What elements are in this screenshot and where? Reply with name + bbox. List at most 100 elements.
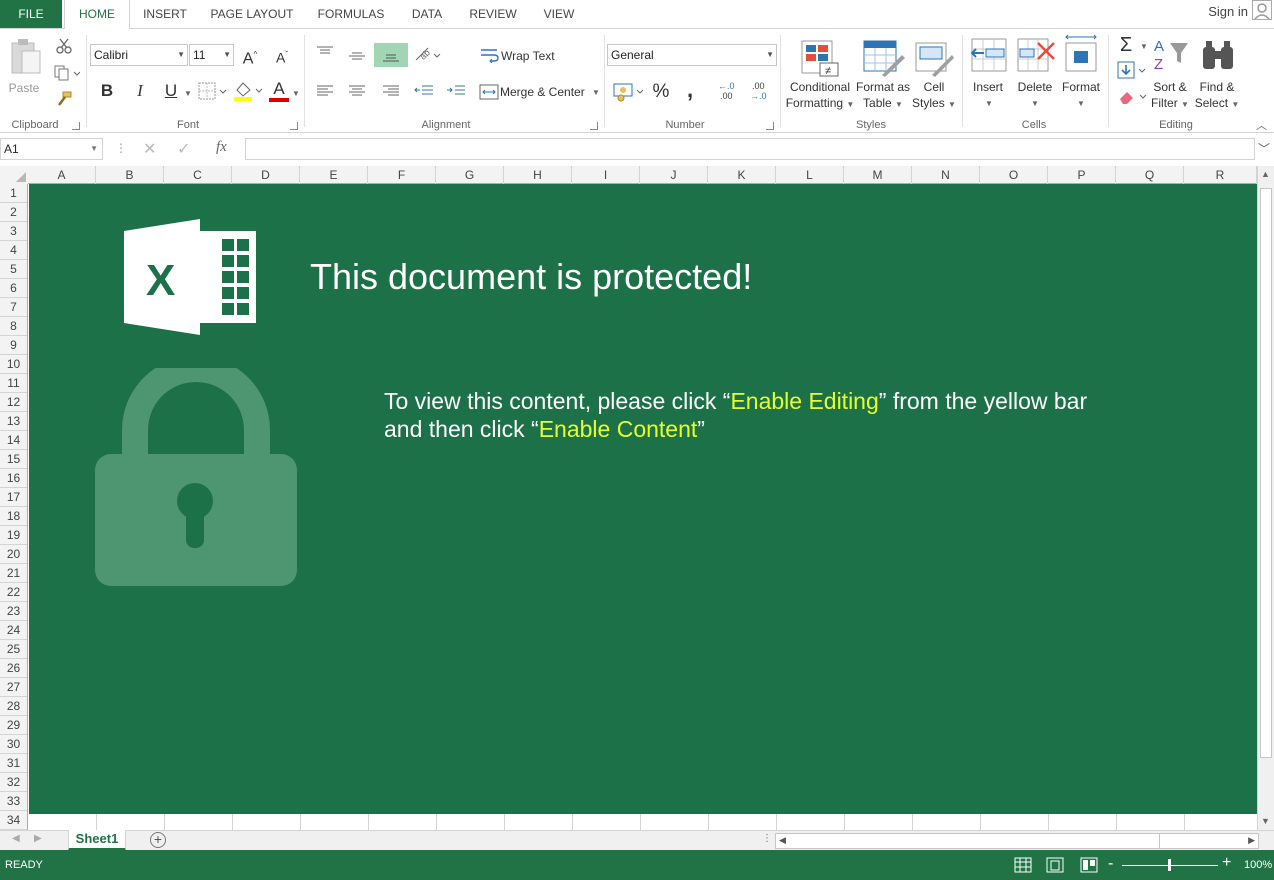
tab-home[interactable]: HOME	[64, 0, 130, 29]
align-bottom-button[interactable]	[374, 43, 408, 67]
row-header[interactable]: 27	[0, 678, 27, 697]
column-header[interactable]: N	[912, 166, 980, 184]
cell-styles-label-1[interactable]: Cell	[913, 80, 955, 95]
zoom-slider-thumb[interactable]	[1168, 859, 1171, 871]
column-header[interactable]: G	[436, 166, 504, 184]
copy-icon[interactable]	[54, 65, 80, 81]
wrap-text-button[interactable]: Wrap Text	[501, 49, 555, 64]
format-as-table-label-1[interactable]: Format as	[854, 80, 912, 95]
find-select-button[interactable]: Select ▼	[1194, 96, 1240, 112]
horizontal-scrollbar[interactable]: ◀ ▶	[775, 833, 1259, 849]
expand-formula-bar-icon[interactable]: ﹀	[1258, 140, 1270, 157]
align-right-icon[interactable]	[382, 84, 400, 98]
row-34-cells[interactable]	[29, 814, 1257, 830]
borders-icon[interactable]	[198, 82, 228, 100]
scroll-right-icon[interactable]: ▶	[1248, 835, 1255, 846]
row-header[interactable]: 21	[0, 564, 27, 583]
row-header[interactable]: 28	[0, 697, 27, 716]
wrap-text-icon[interactable]	[480, 47, 500, 63]
shrink-font-button[interactable]: Aˇ	[272, 43, 292, 67]
cut-icon[interactable]	[55, 37, 73, 55]
italic-button[interactable]: I	[130, 79, 150, 103]
column-header[interactable]: J	[640, 166, 708, 184]
row-header[interactable]: 11	[0, 374, 27, 393]
format-as-table-icon[interactable]	[862, 39, 906, 77]
add-sheet-icon[interactable]: +	[150, 832, 166, 848]
row-header[interactable]: 20	[0, 545, 27, 564]
align-center-icon[interactable]	[348, 84, 366, 98]
delete-cells-button[interactable]: Delete	[1014, 80, 1056, 95]
number-format-combo[interactable]: General ▼	[607, 44, 777, 66]
orientation-icon[interactable]: ab	[414, 46, 442, 64]
conditional-formatting-label-1[interactable]: Conditional	[785, 80, 855, 95]
page-layout-view-icon[interactable]	[1046, 857, 1064, 873]
column-header[interactable]: E	[300, 166, 368, 184]
fill-color-icon[interactable]	[233, 80, 263, 102]
tab-view[interactable]: VIEW	[535, 0, 583, 28]
increase-indent-icon[interactable]	[446, 84, 466, 98]
row-header[interactable]: 18	[0, 507, 27, 526]
row-header[interactable]: 14	[0, 431, 27, 450]
row-header[interactable]: 29	[0, 716, 27, 735]
sort-filter-icon[interactable]: A Z	[1152, 37, 1192, 73]
user-avatar-icon[interactable]	[1252, 0, 1272, 20]
row-header[interactable]: 32	[0, 773, 27, 792]
percent-button[interactable]: %	[650, 80, 672, 104]
align-left-icon[interactable]	[316, 84, 334, 98]
align-middle-icon[interactable]	[348, 49, 366, 63]
find-select-label-1[interactable]: Find &	[1196, 80, 1238, 95]
format-painter-icon[interactable]	[55, 91, 73, 107]
number-launcher-icon[interactable]	[766, 122, 774, 130]
font-size-combo[interactable]: 11 ▼	[189, 44, 234, 66]
tab-formulas[interactable]: FORMULAS	[310, 0, 392, 28]
row-header[interactable]: 26	[0, 659, 27, 678]
chevron-down-icon[interactable]: ▼	[985, 99, 993, 108]
tab-review[interactable]: REVIEW	[462, 0, 524, 28]
formula-input[interactable]	[245, 138, 1255, 160]
alignment-launcher-icon[interactable]	[590, 122, 598, 130]
tab-file[interactable]: FILE	[0, 0, 62, 28]
bold-button[interactable]: B	[97, 79, 117, 103]
row-header[interactable]: 22	[0, 583, 27, 602]
clear-icon[interactable]	[1118, 89, 1148, 105]
row-header[interactable]: 34	[0, 811, 27, 830]
merge-center-button[interactable]: Merge & Center	[500, 85, 585, 100]
font-color-dropdown-icon[interactable]: ▼	[292, 89, 300, 98]
column-header[interactable]: Q	[1116, 166, 1184, 184]
row-header[interactable]: 24	[0, 621, 27, 640]
accounting-format-icon[interactable]	[612, 81, 644, 103]
find-select-icon[interactable]	[1200, 37, 1236, 73]
column-header[interactable]: I	[572, 166, 640, 184]
zoom-level[interactable]: 100%	[1244, 859, 1272, 871]
insert-function-icon[interactable]: fx	[216, 139, 227, 156]
row-header[interactable]: 17	[0, 488, 27, 507]
underline-button[interactable]: U	[160, 79, 182, 103]
column-header[interactable]: R	[1184, 166, 1257, 184]
format-cells-icon[interactable]	[1062, 33, 1100, 73]
row-header[interactable]: 3	[0, 222, 27, 241]
tab-data[interactable]: DATA	[403, 0, 451, 28]
sign-in-link[interactable]: Sign in	[1208, 0, 1248, 28]
autosum-icon[interactable]: Σ	[1116, 33, 1136, 57]
column-header[interactable]: P	[1048, 166, 1116, 184]
column-header[interactable]: B	[96, 166, 164, 184]
column-header[interactable]: D	[232, 166, 300, 184]
decrease-indent-icon[interactable]	[414, 84, 434, 98]
row-header[interactable]: 13	[0, 412, 27, 431]
row-header[interactable]: 19	[0, 526, 27, 545]
clipboard-launcher-icon[interactable]	[72, 122, 80, 130]
name-box[interactable]: A1 ▼	[0, 138, 103, 160]
sort-filter-label-1[interactable]: Sort &	[1148, 80, 1192, 95]
insert-cells-button[interactable]: Insert	[968, 80, 1008, 95]
zoom-out-button[interactable]: -	[1108, 855, 1113, 873]
conditional-formatting-icon[interactable]: ≠	[800, 39, 840, 77]
row-header[interactable]: 2	[0, 203, 27, 222]
row-header[interactable]: 12	[0, 393, 27, 412]
row-header[interactable]: 1	[0, 184, 27, 203]
grow-font-button[interactable]: A^	[240, 43, 260, 67]
column-header[interactable]: O	[980, 166, 1048, 184]
scroll-down-icon[interactable]: ▼	[1261, 816, 1270, 826]
enter-check-icon[interactable]: ✓	[177, 139, 190, 159]
select-all-corner[interactable]	[0, 166, 28, 184]
font-launcher-icon[interactable]	[290, 122, 298, 130]
